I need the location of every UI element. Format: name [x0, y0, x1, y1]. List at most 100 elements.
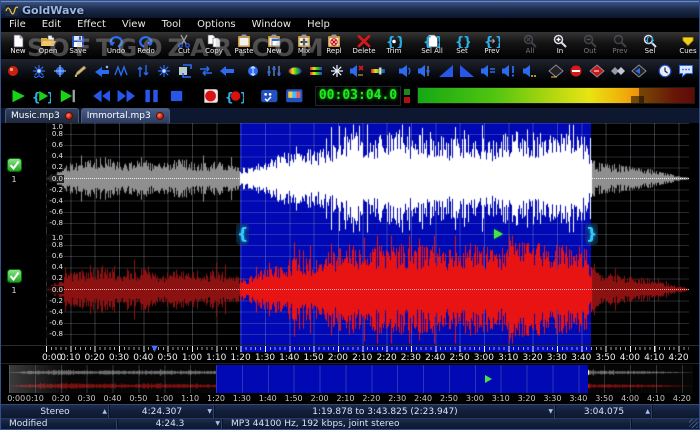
rewind-button[interactable] — [89, 86, 113, 106]
effect-rainbow-oval-button[interactable] — [285, 61, 305, 81]
effect-red-diamond-button[interactable] — [587, 61, 607, 81]
effect-rainbow-bars-button[interactable] — [306, 61, 326, 81]
menu-view[interactable]: View — [114, 18, 154, 32]
toolbar-trim-button[interactable]: {}Trim — [379, 33, 409, 58]
menu-file[interactable]: File — [1, 18, 34, 32]
channel-right-toggle[interactable]: 1 — [5, 268, 23, 295]
toolbar-undo-button[interactable]: Undo — [101, 33, 131, 58]
toolbar-cut-button[interactable]: Cut — [169, 33, 199, 58]
monitor-button[interactable] — [282, 86, 306, 106]
level-meter-dim — [638, 88, 694, 103]
selection-start-handle[interactable]: { — [236, 223, 250, 245]
toolbar-paste-button[interactable]: Paste — [229, 33, 259, 58]
toolbar-open-button[interactable]: Open — [33, 33, 63, 58]
effect-clock-button[interactable] — [655, 61, 675, 81]
time-axis[interactable]: 0:00 0:10 0:20 0:30 0:40 0:50 1:00 1:10 1:20 1:30… — [1, 344, 699, 364]
tab-immortal-mp3[interactable]: Immortal.mp3 — [80, 108, 170, 123]
effect-speaker-equals-button[interactable] — [478, 61, 498, 81]
toolbar-in-button[interactable]: In — [545, 33, 575, 58]
toolbar-cues-button[interactable]: Cues — [673, 33, 699, 58]
effect-diamond-arrow-button[interactable] — [629, 61, 649, 81]
effect-burst-down-arrows-button[interactable] — [29, 61, 49, 81]
status-up-arrow[interactable]: ▲ — [645, 408, 650, 415]
overview-playback-marker[interactable] — [485, 375, 492, 383]
toolbar-sel-all-button[interactable]: {}Sel All — [417, 33, 447, 58]
pause-button[interactable] — [139, 86, 163, 106]
waveform-plot[interactable]: { } 1.0 0.8 0.6 0.4 0.2 0.0 -0.2 -0.4 -0.6 -0.8 1.… — [46, 123, 689, 345]
effect-starburst-button[interactable] — [154, 61, 174, 81]
overview-tick-label: 2:30 — [388, 394, 407, 403]
toolbar-mix-button[interactable]: Mix — [289, 33, 319, 58]
effect-pencil-line-button[interactable] — [71, 61, 91, 81]
toolbar-prev-button[interactable]: {}Prev — [477, 33, 507, 58]
channel-left-toggle[interactable]: 1 — [5, 157, 23, 184]
toolbar-repl-button[interactable]: Repl — [319, 33, 349, 58]
title-bar[interactable]: GoldWave — [1, 1, 699, 18]
selection-end-handle[interactable]: } — [585, 223, 599, 245]
status-down-arrow[interactable]: ▼ — [215, 421, 220, 427]
effect-ramp-up-button[interactable] — [436, 61, 456, 81]
channel-number: 1 — [11, 175, 17, 184]
toolbar-delete-button[interactable]: Delete — [349, 33, 379, 58]
effect-rainbow-slider-button[interactable] — [368, 61, 388, 81]
effect-updown-arrows-button[interactable] — [133, 61, 153, 81]
effect-zigzag-wave-button[interactable] — [113, 61, 133, 81]
toolbar-copy-button[interactable]: Copy — [199, 33, 229, 58]
toolbar-save-button[interactable]: Save — [63, 33, 93, 58]
effect-sparkle-orb-button[interactable] — [50, 61, 70, 81]
effect-dark-diamond-button[interactable] — [546, 61, 566, 81]
effect-speaker-button[interactable] — [394, 61, 414, 81]
toolbar-all-button[interactable]: All — [515, 33, 545, 58]
toolbar-set-button[interactable]: {}Set — [447, 33, 477, 58]
tab-music-mp3[interactable]: Music.mp3 — [5, 108, 79, 123]
menu-edit[interactable]: Edit — [34, 18, 69, 32]
status-up-arrow[interactable]: ▲ — [102, 408, 107, 415]
effect-orb-updown-button[interactable] — [243, 61, 263, 81]
toolbar-group: Cues?Help — [673, 33, 699, 58]
menu-help[interactable]: Help — [299, 18, 338, 32]
resize-grip[interactable] — [689, 419, 698, 428]
menu-tool[interactable]: Tool — [154, 18, 189, 32]
play-from-marker-button[interactable] — [55, 86, 79, 106]
toolbar-button-label: Set — [456, 47, 468, 55]
toolbar-sel-button[interactable]: {} Sel — [635, 33, 665, 58]
playback-marker[interactable] — [494, 229, 503, 239]
toolbar-prev-button[interactable]: Prev — [605, 33, 635, 58]
toolbar-out-button[interactable]: Out — [575, 33, 605, 58]
effect-chat-bubble-button[interactable] — [676, 61, 696, 81]
menu-effect[interactable]: Effect — [69, 18, 114, 32]
control-properties-button[interactable] — [257, 86, 281, 106]
toolbar-new-button[interactable]: New — [259, 33, 289, 58]
effect-red-orb-button[interactable] — [3, 61, 23, 81]
fast-forward-button[interactable] — [114, 86, 138, 106]
tab-close-icon[interactable] — [64, 112, 73, 120]
effect-swap-arrows-button[interactable] — [196, 61, 216, 81]
effect-red-x-speaker-button[interactable] — [347, 61, 367, 81]
effect-ramp-down-button[interactable] — [457, 61, 477, 81]
effect-white-burst-button[interactable] — [327, 61, 347, 81]
effect-no-entry-button[interactable] — [567, 61, 587, 81]
effect-speaker-dots-button[interactable] — [520, 61, 540, 81]
status-down-arrow[interactable]: ▼ — [548, 408, 553, 415]
play-button[interactable] — [5, 86, 29, 106]
effect-page-swap-button[interactable] — [175, 61, 195, 81]
record-selection-button[interactable]: {} — [223, 86, 247, 106]
toolbar-new-button[interactable]: New — [3, 33, 33, 58]
toolbar-button-label: Prev — [612, 47, 628, 55]
menu-options[interactable]: Options — [189, 18, 244, 32]
toolbar-redo-button[interactable]: Redo — [131, 33, 161, 58]
menu-window[interactable]: Window — [244, 18, 299, 32]
effect-speaker-slider-button[interactable] — [415, 61, 435, 81]
stop-button[interactable] — [164, 86, 188, 106]
effect-diamond-pair-button[interactable] — [608, 61, 628, 81]
status-down-arrow[interactable]: ▼ — [207, 408, 212, 415]
effect-arrow-burst-button[interactable] — [92, 61, 112, 81]
effect-arrow-left-button[interactable] — [217, 61, 237, 81]
play-selection-button[interactable]: {} — [30, 86, 54, 106]
effect-speaker-exclaim-button[interactable] — [499, 61, 519, 81]
record-button[interactable] — [198, 86, 222, 106]
tab-close-icon[interactable] — [155, 112, 164, 120]
cue-marker-icon[interactable]: ▼ — [151, 344, 157, 353]
overview-strip[interactable]: { } — [9, 365, 693, 393]
effect-equalizer-sliders-button[interactable] — [264, 61, 284, 81]
